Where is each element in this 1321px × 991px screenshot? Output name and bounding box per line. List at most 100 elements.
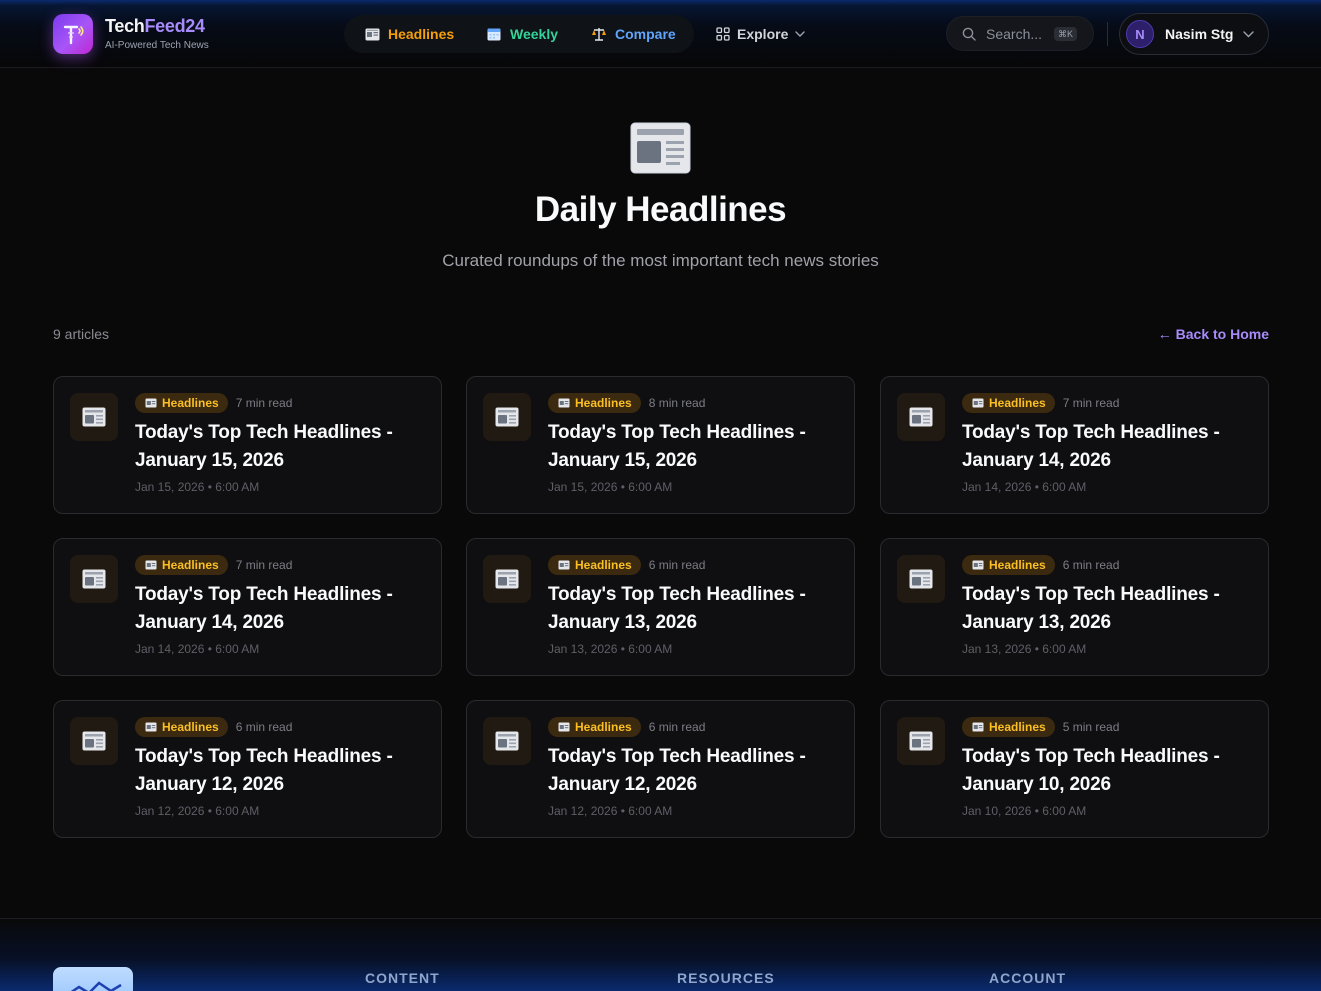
user-menu-button[interactable]: N Nasim Stg [1119,13,1269,55]
nav-compare[interactable]: Compare [591,26,676,42]
nav-explore-dropdown[interactable]: Explore [716,26,806,42]
nav-headlines-label: Headlines [388,26,455,42]
newspaper-icon [483,555,531,603]
category-badge[interactable]: Headlines [135,555,228,575]
article-title[interactable]: Today's Top Tech Headlines - January 14,… [962,419,1256,475]
category-badge[interactable]: Headlines [962,555,1055,575]
article-card[interactable]: Headlines 6 min read Today's Top Tech He… [53,700,442,838]
category-badge[interactable]: Headlines [548,393,641,413]
scales-icon [591,26,607,42]
article-title[interactable]: Today's Top Tech Headlines - January 12,… [548,743,842,799]
article-title[interactable]: Today's Top Tech Headlines - January 15,… [135,419,429,475]
newspaper-icon [897,393,945,441]
brand-name: TechFeed24 [105,15,209,37]
card-meta: Headlines 7 min read [135,555,429,575]
read-time: 7 min read [235,558,293,572]
category-badge-label: Headlines [989,396,1046,410]
search-input[interactable] [986,25,1050,42]
newspaper-icon [364,26,380,42]
page-subtitle: Curated roundups of the most important t… [442,251,879,270]
nav-headlines[interactable]: Headlines [364,26,454,42]
category-badge[interactable]: Headlines [962,717,1055,737]
main-nav: Headlines Weekly Compare [344,15,694,53]
article-card[interactable]: Headlines 6 min read Today's Top Tech He… [466,538,855,676]
grid-icon [716,27,730,41]
article-card[interactable]: Headlines 7 min read Today's Top Tech He… [53,376,442,514]
category-badge-label: Headlines [162,396,219,410]
newspaper-icon [483,717,531,765]
article-title[interactable]: Today's Top Tech Headlines - January 13,… [548,581,842,637]
card-meta: Headlines 6 min read [135,717,429,737]
chevron-down-icon [1243,30,1255,38]
article-title[interactable]: Today's Top Tech Headlines - January 12,… [135,743,429,799]
article-date: Jan 12, 2026 • 6:00 AM [135,804,260,818]
newspaper-icon [145,560,157,570]
card-body: Headlines 6 min read Today's Top Tech He… [548,555,842,656]
category-badge[interactable]: Headlines [548,717,641,737]
newspaper-icon [558,722,570,732]
article-date: Jan 15, 2026 • 6:00 AM [135,480,260,494]
footer-logo-icon[interactable] [53,967,133,991]
category-badge-label: Headlines [162,720,219,734]
category-badge[interactable]: Headlines [548,555,641,575]
article-date: Jan 13, 2026 • 6:00 AM [548,642,673,656]
article-title[interactable]: Today's Top Tech Headlines - January 13,… [962,581,1256,637]
newspaper-icon [558,398,570,408]
category-badge-label: Headlines [575,558,632,572]
card-meta: Headlines 6 min read [962,555,1256,575]
article-date: Jan 13, 2026 • 6:00 AM [962,642,1087,656]
read-time: 6 min read [235,720,293,734]
card-meta: Headlines 7 min read [962,393,1256,413]
card-body: Headlines 7 min read Today's Top Tech He… [135,393,429,494]
card-meta: Headlines 8 min read [548,393,842,413]
top-header: TechFeed24 AI-Powered Tech News Headline… [0,0,1321,68]
article-card[interactable]: Headlines 6 min read Today's Top Tech He… [466,700,855,838]
article-card[interactable]: Headlines 6 min read Today's Top Tech He… [880,538,1269,676]
newspaper-icon [558,560,570,570]
brand-tagline: AI-Powered Tech News [105,40,209,51]
article-card[interactable]: Headlines 5 min read Today's Top Tech He… [880,700,1269,838]
newspaper-icon [145,398,157,408]
article-title[interactable]: Today's Top Tech Headlines - January 15,… [548,419,842,475]
nav-compare-label: Compare [615,26,676,42]
read-time: 6 min read [648,558,706,572]
brand[interactable]: TechFeed24 AI-Powered Tech News [105,15,209,51]
card-body: Headlines 6 min read Today's Top Tech He… [135,717,429,818]
newspaper-icon [972,722,984,732]
category-badge[interactable]: Headlines [962,393,1055,413]
search-shortcut: ⌘K [1054,26,1078,41]
newspaper-icon [972,398,984,408]
article-card[interactable]: Headlines 7 min read Today's Top Tech He… [880,376,1269,514]
footer-heading-account: ACCOUNT [989,970,1066,986]
category-badge-label: Headlines [162,558,219,572]
site-footer: CONTENT RESOURCES ACCOUNT [0,918,1321,991]
newspaper-icon [972,560,984,570]
calendar-icon [486,26,502,42]
article-date: Jan 14, 2026 • 6:00 AM [135,642,260,656]
article-date: Jan 10, 2026 • 6:00 AM [962,804,1087,818]
search-box[interactable]: ⌘K [946,16,1094,51]
back-to-home-link[interactable]: ← Back to Home [1158,326,1269,342]
brand-name-part1: Tech [105,16,145,36]
article-card[interactable]: Headlines 7 min read Today's Top Tech He… [53,538,442,676]
category-badge[interactable]: Headlines [135,717,228,737]
read-time: 8 min read [648,396,706,410]
app-logo-icon[interactable] [53,14,93,54]
newspaper-icon [70,555,118,603]
nav-explore-label: Explore [737,26,789,42]
article-title[interactable]: Today's Top Tech Headlines - January 14,… [135,581,429,637]
article-date: Jan 15, 2026 • 6:00 AM [548,480,673,494]
card-body: Headlines 8 min read Today's Top Tech He… [548,393,842,494]
article-card[interactable]: Headlines 8 min read Today's Top Tech He… [466,376,855,514]
article-title[interactable]: Today's Top Tech Headlines - January 10,… [962,743,1256,799]
header-divider [1107,22,1108,46]
card-meta: Headlines 6 min read [548,555,842,575]
category-badge[interactable]: Headlines [135,393,228,413]
category-badge-label: Headlines [575,396,632,410]
article-date: Jan 14, 2026 • 6:00 AM [962,480,1087,494]
nav-weekly[interactable]: Weekly [486,26,558,42]
chevron-down-icon [795,31,806,37]
newspaper-icon [145,722,157,732]
card-meta: Headlines 7 min read [135,393,429,413]
newspaper-icon [70,717,118,765]
